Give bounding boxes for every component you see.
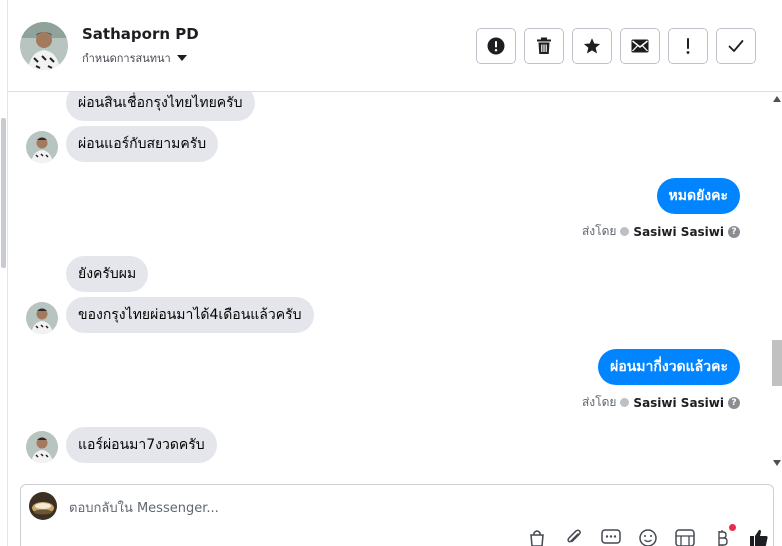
scroll-up-arrow-icon[interactable] xyxy=(773,96,781,102)
paperclip-icon[interactable] xyxy=(561,529,587,546)
reply-input[interactable] xyxy=(69,498,569,518)
follow-up-button[interactable] xyxy=(668,28,708,64)
incoming-message: ของกรุงไทยผ่อนมา​ได้4เดือนแล้วครับ xyxy=(66,297,314,333)
message-thread[interactable]: ผ่อนสินเชื่อกรุงไทยไทยครับ ผ่อนแอร์กับสย… xyxy=(8,92,772,470)
verified-icon xyxy=(620,398,630,407)
incoming-message: ยังครับผม xyxy=(66,256,149,292)
verified-icon xyxy=(620,227,630,236)
bag-icon[interactable] xyxy=(524,529,550,546)
assign-conversation-dropdown[interactable]: กำหนดการสนทนา xyxy=(82,49,187,67)
contact-name[interactable]: Sathaporn PD xyxy=(82,25,199,43)
thread-scrollbar-thumb[interactable] xyxy=(772,340,782,386)
caret-down-icon xyxy=(176,55,187,61)
like-icon[interactable] xyxy=(746,529,772,546)
exclamation-icon xyxy=(686,38,690,54)
thread-scrollbar[interactable] xyxy=(772,92,782,470)
composer-toolbar xyxy=(524,524,772,546)
payment-icon[interactable] xyxy=(709,524,736,546)
sent-by-agent[interactable]: Sasiwi Sasiwi xyxy=(633,396,724,410)
mark-unread-button[interactable] xyxy=(620,28,660,64)
sent-by-info: ส่งโดย Sasiwi Sasiwi ? xyxy=(582,222,740,241)
incoming-message: แอร์ผ่อนมา7งวดครับ xyxy=(66,427,217,463)
assign-conversation-label: กำหนดการสนทนา xyxy=(82,52,171,65)
help-icon[interactable]: ? xyxy=(728,225,740,238)
star-icon xyxy=(583,38,601,54)
contact-avatar-small xyxy=(26,131,58,163)
incoming-message: ผ่อนแอร์กับสยามครับ xyxy=(66,126,219,162)
scroll-down-arrow-icon[interactable] xyxy=(773,460,781,466)
sent-by-agent[interactable]: Sasiwi Sasiwi xyxy=(633,225,724,239)
page-scrollbar[interactable] xyxy=(0,0,8,546)
sticker-icon[interactable] xyxy=(672,529,698,546)
reply-composer xyxy=(20,484,774,546)
check-icon xyxy=(728,40,744,52)
conversation-actions xyxy=(476,28,756,64)
contact-avatar-small xyxy=(26,302,58,334)
conversation-header: Sathaporn PD กำหนดการสนทนา xyxy=(8,0,782,92)
trash-icon xyxy=(537,37,551,54)
outgoing-message: ผ่อนมากี่งวดแล้วคะ xyxy=(598,349,740,385)
mark-done-button[interactable] xyxy=(716,28,756,64)
notification-dot xyxy=(729,524,736,531)
spam-button[interactable] xyxy=(476,28,516,64)
help-icon[interactable]: ? xyxy=(728,396,740,409)
emoji-icon[interactable] xyxy=(635,529,661,546)
outgoing-message: หมดยังคะ xyxy=(656,178,740,214)
incoming-message: ผ่อนสินเชื่อกรุงไทยไทยครับ xyxy=(66,92,255,121)
exclamation-circle-icon xyxy=(487,37,505,55)
page-avatar xyxy=(29,492,57,520)
page-scrollbar-thumb[interactable] xyxy=(1,118,6,268)
sent-by-info: ส่งโดย Sasiwi Sasiwi ? xyxy=(582,393,740,412)
contact-avatar[interactable] xyxy=(20,22,68,70)
delete-button[interactable] xyxy=(524,28,564,64)
sent-by-label: ส่งโดย xyxy=(581,224,617,238)
saved-reply-icon[interactable] xyxy=(598,529,624,546)
envelope-icon xyxy=(631,39,649,53)
sent-by-label: ส่งโดย xyxy=(581,395,617,409)
star-button[interactable] xyxy=(572,28,612,64)
contact-avatar-small xyxy=(26,431,58,463)
